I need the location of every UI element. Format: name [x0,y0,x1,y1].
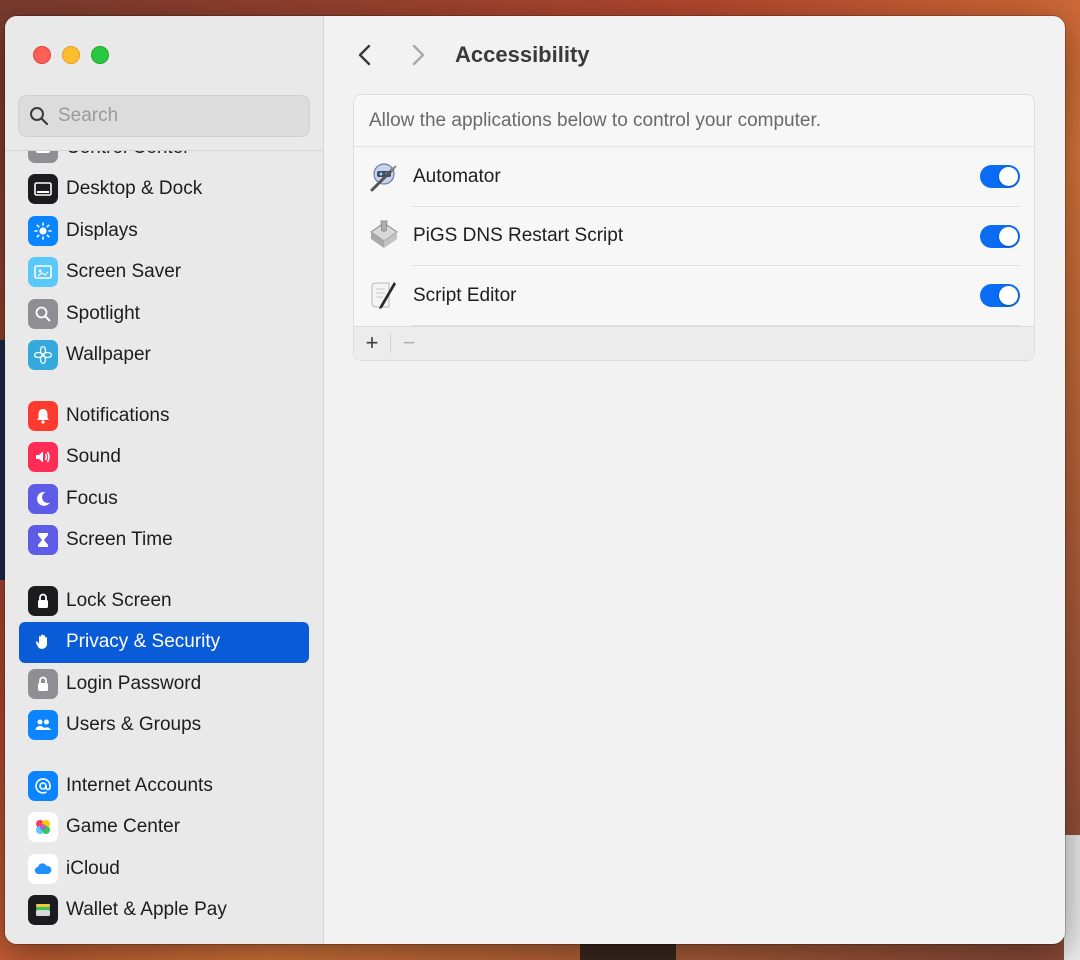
sidebar-item-game-center[interactable]: Game Center [19,807,309,849]
sidebar-item-label: iCloud [66,857,120,879]
sidebar: Control Center Desktop & Dock Displays [5,16,324,944]
sidebar-item-label: Screen Time [66,529,173,551]
sidebar-item-label: Login Password [66,672,202,694]
padlock-icon [28,668,58,699]
sidebar-item-sound[interactable]: Sound [19,437,309,479]
sidebar-item-wallpaper[interactable]: Wallpaper [19,335,309,377]
sidebar-item-label: Desktop & Dock [66,178,203,200]
sidebar-item-label: Control Center [66,151,190,159]
add-app-button[interactable]: + [354,326,390,360]
automator-icon [370,163,397,192]
sidebar-item-users-groups[interactable]: Users & Groups [19,705,309,747]
sidebar-item-label: Spotlight [66,302,140,324]
automator-toggle[interactable] [980,165,1020,189]
sidebar-item-displays[interactable]: Displays [19,210,309,252]
search-icon [30,107,49,126]
lock-icon [28,585,58,616]
sidebar-item-label: Wallpaper [66,344,151,366]
sidebar-item-desktop-dock[interactable]: Desktop & Dock [19,169,309,211]
sidebar-item-spotlight[interactable]: Spotlight [19,293,309,335]
dock-icon [28,174,58,205]
bell-icon [28,400,58,431]
flower-icon [28,340,58,371]
sidebar-item-label: Users & Groups [66,714,202,736]
panel-footer: + − [354,325,1034,360]
zoom-window-button[interactable] [91,46,109,64]
sidebar-item-focus[interactable]: Focus [19,478,309,520]
sidebar-item-wallet-apple-pay[interactable]: Wallet & Apple Pay [19,890,309,932]
sidebar-item-label: Screen Saver [66,261,182,283]
sidebar-item-notifications[interactable]: Notifications [19,395,309,437]
screen-saver-icon [28,257,58,288]
control-center-icon [28,151,58,163]
sidebar-item-internet-accounts[interactable]: Internet Accounts [19,765,309,807]
forward-arrow-icon[interactable] [406,41,430,69]
sidebar-item-login-password[interactable]: Login Password [19,663,309,705]
app-name: PiGS DNS Restart Script [413,225,624,247]
sidebar-item-screen-time[interactable]: Screen Time [19,520,309,562]
remove-app-button[interactable]: − [391,326,427,360]
close-window-button[interactable] [33,46,51,64]
sidebar-item-screen-saver[interactable]: Screen Saver [19,252,309,294]
sidebar-item-label: Notifications [66,404,170,426]
sidebar-item-privacy-security[interactable]: Privacy & Security [19,621,309,663]
users-icon [28,710,58,741]
background-window-edge [1064,835,1080,960]
panel-description: Allow the applications below to control … [354,95,1034,147]
app-row-script-editor[interactable]: Script Editor [354,266,1034,326]
sidebar-item-label: Game Center [66,816,181,838]
app-row-automator[interactable]: Automator [354,147,1034,207]
sidebar-item-lock-screen[interactable]: Lock Screen [19,580,309,622]
moon-icon [28,483,58,514]
wallet-icon [28,895,58,926]
hourglass-icon [28,525,58,556]
search-field[interactable] [18,95,310,137]
main-content: Accessibility Allow the applications bel… [324,16,1065,944]
script-editor-toggle[interactable] [980,284,1020,308]
magnifier-icon [28,298,58,329]
script-applet-icon [370,220,398,249]
app-row-pigs-dns-restart-script[interactable]: PiGS DNS Restart Script [354,207,1034,267]
sun-icon [28,215,58,246]
sidebar-item-label: Privacy & Security [66,631,221,653]
cloud-icon [28,853,58,884]
minimize-window-button[interactable] [62,46,80,64]
sidebar-item-label: Displays [66,219,138,241]
back-arrow-icon[interactable] [353,41,377,69]
speaker-icon [28,442,58,473]
sidebar-item-control-center[interactable]: Control Center [19,151,309,169]
search-input[interactable] [58,105,288,127]
sidebar-item-label: Focus [66,487,118,509]
sidebar-item-icloud[interactable]: iCloud [19,848,309,890]
at-icon [28,770,58,801]
game-center-icon [28,812,58,843]
sidebar-item-label: Sound [66,446,121,468]
accessibility-apps-panel: Allow the applications below to control … [353,94,1035,361]
sidebar-item-label: Lock Screen [66,589,172,611]
pigs-dns-restart-script-toggle[interactable] [980,224,1020,248]
window-controls [33,46,109,64]
sidebar-item-label: Wallet & Apple Pay [66,899,227,921]
sidebar-list[interactable]: Control Center Desktop & Dock Displays [5,150,323,944]
app-name: Automator [413,165,501,187]
page-title: Accessibility [455,42,590,67]
hand-icon [28,627,58,658]
script-editor-icon [371,281,396,309]
sidebar-item-label: Internet Accounts [66,774,213,796]
system-settings-window: Control Center Desktop & Dock Displays [5,16,1065,944]
app-name: Script Editor [413,284,517,306]
